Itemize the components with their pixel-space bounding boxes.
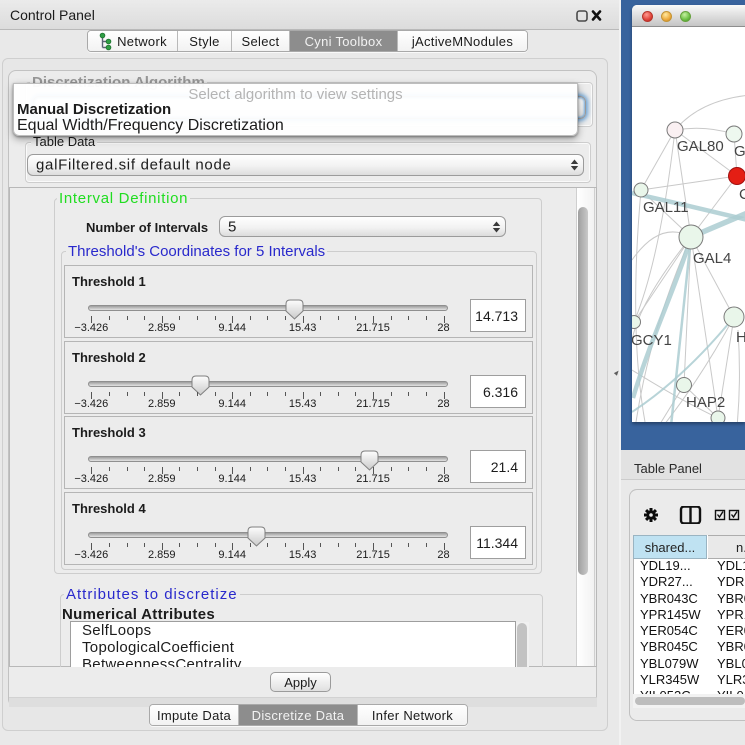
svg-text:GAL4: GAL4	[693, 250, 731, 267]
svg-text:C: C	[739, 186, 745, 203]
svg-text:GCY1: GCY1	[632, 332, 672, 349]
svg-text:H: H	[736, 329, 745, 346]
svg-text:HAP2: HAP2	[686, 394, 725, 411]
svg-text:GAL80: GAL80	[677, 138, 724, 155]
svg-text:G.: G.	[734, 143, 745, 160]
svg-text:GAL11: GAL11	[643, 199, 689, 216]
